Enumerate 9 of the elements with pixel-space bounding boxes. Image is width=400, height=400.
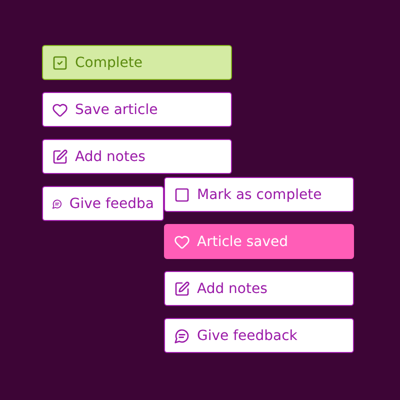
complete-button[interactable]: Mark as complete	[164, 177, 354, 212]
chat-bubble-icon	[174, 328, 190, 344]
pencil-square-icon	[174, 280, 190, 296]
notes-button[interactable]: Add notes	[164, 271, 354, 306]
feedback-button[interactable]: Give feedba	[42, 186, 164, 221]
save-button[interactable]: Save article	[42, 92, 232, 127]
notes-button[interactable]: Add notes	[42, 139, 232, 174]
feedback-button[interactable]: Give feedback	[164, 318, 354, 353]
pencil-square-icon	[52, 148, 68, 164]
